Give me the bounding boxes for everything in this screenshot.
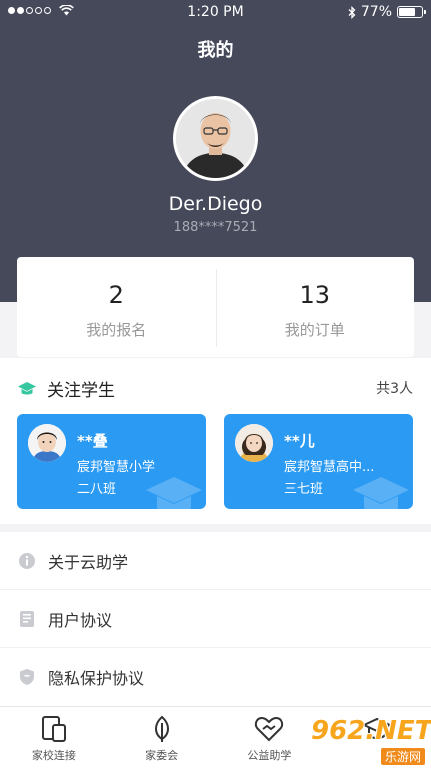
student-name: **儿 (284, 432, 315, 450)
site-watermark: 962.NET 乐游网 (311, 716, 431, 766)
menu-item-about[interactable]: 关于云助学 (0, 532, 431, 590)
settings-menu: 关于云助学 用户协议 隐私保护协议 (0, 532, 431, 706)
user-avatar[interactable] (173, 96, 258, 181)
student-school: 宸邦智慧高中... (284, 460, 375, 475)
bluetooth-icon (348, 5, 356, 19)
username: Der.Diego (168, 193, 263, 215)
section-title: 关注学生 (47, 381, 115, 401)
student-name: **叠 (77, 432, 108, 450)
watermark-brand: 962.NET (311, 716, 431, 746)
followed-students-section: 关注学生 共3人 **叠 宸邦智慧小学 二八班 **儿 宸邦智慧高中... 三七… (0, 358, 431, 524)
child-portrait-icon (28, 424, 66, 462)
devices-icon (0, 715, 108, 743)
avatar-image (176, 99, 255, 178)
stat-orders[interactable]: 13 我的订单 (215, 257, 415, 357)
tab-home-school[interactable]: 家校连接 (0, 707, 108, 768)
battery-level (399, 8, 416, 16)
shield-icon (18, 668, 36, 686)
stat-value: 2 (108, 281, 124, 309)
heart-icon (216, 715, 324, 743)
person-portrait-icon (176, 99, 255, 178)
page-title: 我的 (197, 40, 234, 61)
student-school: 宸邦智慧小学 (77, 460, 156, 475)
tab-label: 公益助学 (247, 749, 292, 762)
stat-value: 13 (299, 281, 331, 309)
battery-icon (397, 6, 426, 18)
tab-committee[interactable]: 家委会 (108, 707, 216, 768)
status-bar: 1:20 PM 77% (0, 0, 431, 26)
stat-label: 我的报名 (86, 321, 147, 339)
menu-item-user-agreement[interactable]: 用户协议 (0, 590, 431, 648)
section-header: 关注学生 (17, 376, 115, 401)
student-class: 三七班 (284, 482, 324, 497)
graduation-cap-icon (18, 381, 36, 394)
status-right: 77% (348, 4, 426, 20)
watermark-suffix: .NET (365, 716, 431, 746)
student-class: 二八班 (77, 482, 117, 497)
graduation-cap-icon (353, 477, 409, 509)
student-avatar (28, 424, 66, 462)
menu-label: 用户协议 (48, 610, 113, 630)
watermark-sub: 乐游网 (380, 748, 425, 765)
menu-item-privacy[interactable]: 隐私保护协议 (0, 648, 431, 706)
student-card[interactable]: **儿 宸邦智慧高中... 三七班 (224, 414, 413, 509)
tab-charity[interactable]: 公益助学 (216, 707, 324, 768)
leaf-icon (108, 715, 216, 743)
stat-registrations[interactable]: 2 我的报名 (17, 257, 216, 357)
info-icon (18, 552, 36, 570)
menu-label: 关于云助学 (48, 552, 129, 572)
tab-label: 家委会 (145, 749, 179, 762)
menu-label: 隐私保护协议 (48, 669, 145, 688)
battery-percent: 77% (360, 4, 392, 20)
stat-label: 我的订单 (284, 321, 345, 339)
graduation-cap-icon (146, 477, 202, 509)
child-portrait-icon (235, 424, 273, 462)
student-count[interactable]: 共3人 (376, 378, 413, 398)
tab-label: 家校连接 (31, 749, 76, 762)
phone-number: 188****7521 (173, 220, 258, 235)
student-card[interactable]: **叠 宸邦智慧小学 二八班 (17, 414, 206, 509)
student-avatar (235, 424, 273, 462)
stats-card: 2 我的报名 13 我的订单 (17, 257, 414, 357)
document-icon (18, 610, 36, 628)
watermark-number: 962 (311, 716, 366, 746)
